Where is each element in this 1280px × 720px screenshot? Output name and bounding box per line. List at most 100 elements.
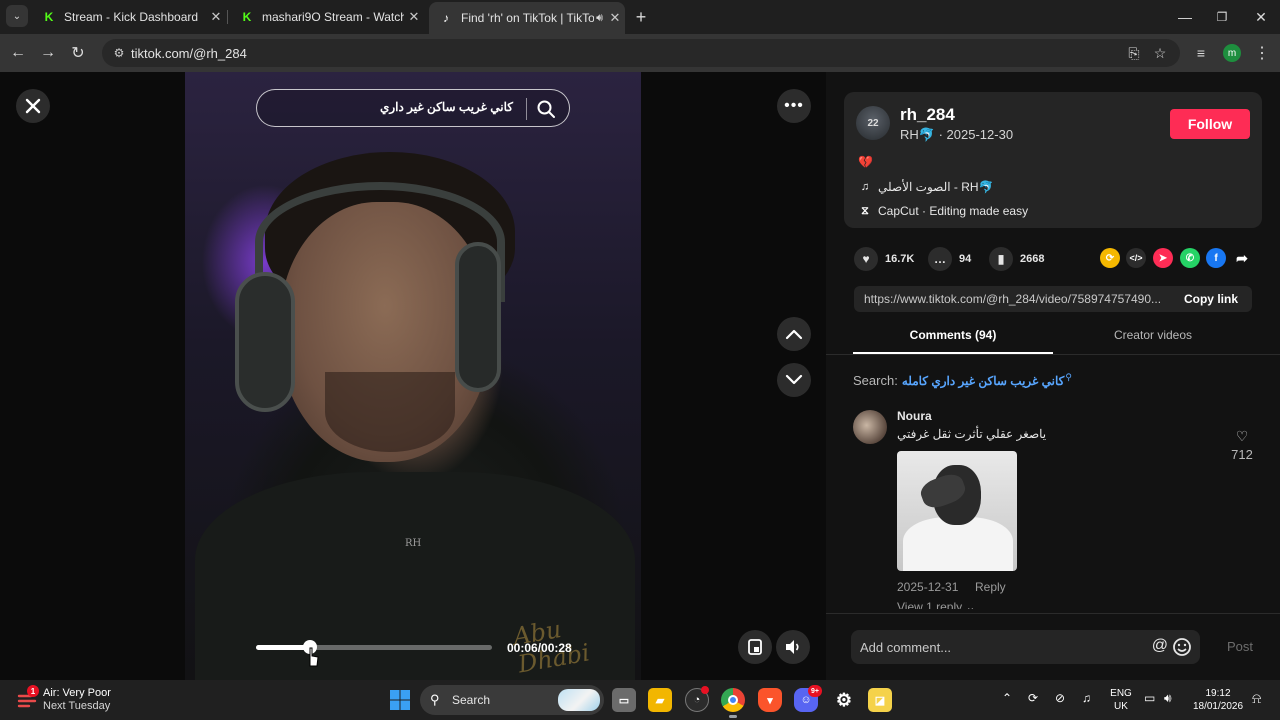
- forward-icon[interactable]: →: [36, 41, 60, 65]
- comment-like-heart-icon[interactable]: ♡: [1230, 428, 1254, 445]
- chevron-up-icon: [785, 329, 803, 340]
- comment-composer: Add comment... @ Post: [826, 613, 1280, 680]
- close-tab-icon[interactable]: ✕: [404, 9, 424, 25]
- install-app-icon[interactable]: ⎘: [1122, 41, 1146, 65]
- close-tab-icon[interactable]: ✕: [206, 9, 226, 25]
- tray-chevron-up-icon[interactable]: ⌃: [1002, 691, 1012, 705]
- emoji-icon[interactable]: [1172, 637, 1192, 657]
- chrome-icon[interactable]: [721, 688, 745, 718]
- new-tab-icon[interactable]: +: [629, 5, 653, 29]
- creator-username[interactable]: rh_284: [900, 105, 955, 125]
- microphone-icon[interactable]: ♫: [1082, 691, 1091, 705]
- close-window-icon[interactable]: ✕: [1249, 5, 1273, 29]
- reload-icon[interactable]: ↻: [66, 41, 90, 65]
- restore-window-icon[interactable]: ❐: [1210, 5, 1234, 29]
- video-progress-bar[interactable]: [256, 640, 492, 654]
- language-indicator[interactable]: ENG UK: [1108, 687, 1134, 713]
- facebook-icon[interactable]: f: [1206, 248, 1226, 268]
- weather-status[interactable]: Air: Very Poor: [43, 687, 111, 699]
- tab-mashari-stream[interactable]: K mashari9O Stream - Watch Live ✕: [230, 4, 424, 30]
- follow-button[interactable]: Follow: [1170, 109, 1250, 139]
- task-view-icon[interactable]: ▭: [612, 688, 636, 712]
- whatsapp-icon[interactable]: ✆: [1180, 248, 1200, 268]
- windows-start-icon[interactable]: [389, 689, 411, 711]
- heart-icon: ♥: [854, 247, 878, 271]
- app-window-icon[interactable]: ◪: [868, 688, 892, 712]
- audio-playing-icon[interactable]: 🔊︎: [596, 12, 603, 25]
- taskbar-search-box[interactable]: ⚲ Search: [420, 685, 604, 715]
- network-icon[interactable]: ▭: [1144, 691, 1155, 705]
- add-comment-input[interactable]: Add comment... @: [851, 630, 1200, 664]
- chevron-down-icon: ⌄: [965, 600, 976, 609]
- tab-title: mashari9O Stream - Watch Live: [262, 10, 404, 24]
- tab-creator-videos[interactable]: Creator videos: [1053, 328, 1253, 354]
- post-date: 2025-12-30: [946, 127, 1014, 142]
- view-replies-button[interactable]: View 1 reply ⌄: [897, 600, 976, 609]
- media-controls-icon[interactable]: ≡: [1189, 41, 1213, 65]
- sync-icon[interactable]: ⟳: [1028, 691, 1038, 705]
- capcut-link[interactable]: ⧖ CapCut · Editing made easy: [858, 204, 1028, 218]
- comment-reply-button[interactable]: Reply: [975, 580, 1006, 594]
- related-search-term[interactable]: كاني غريب ساكن غير داري كامله: [902, 374, 1065, 388]
- address-bar[interactable]: ⚙ tiktok.com/@rh_284 ⎘ ☆: [102, 39, 1180, 67]
- bookmark-star-icon[interactable]: ☆: [1148, 41, 1172, 65]
- save-stat[interactable]: ▮ 2668: [989, 247, 1044, 271]
- profile-avatar[interactable]: m: [1220, 41, 1244, 65]
- like-stat[interactable]: ♥ 16.7K: [854, 247, 914, 271]
- capcut-label: CapCut · Editing made easy: [878, 204, 1029, 218]
- view-replies-label: View 1 reply: [897, 600, 963, 609]
- more-options-button[interactable]: •••: [777, 89, 811, 123]
- commenter-avatar[interactable]: [853, 410, 887, 444]
- file-explorer-icon[interactable]: ▰: [648, 688, 672, 712]
- creator-avatar[interactable]: 22: [856, 106, 890, 140]
- settings-gear-icon[interactable]: ⚙: [832, 688, 856, 712]
- copy-link-button[interactable]: Copy link: [1170, 286, 1252, 312]
- brave-icon[interactable]: ▾: [758, 688, 782, 712]
- comment-stat[interactable]: … 94: [928, 247, 971, 271]
- minimize-window-icon[interactable]: —: [1173, 5, 1197, 29]
- commenter-name[interactable]: Noura: [897, 409, 932, 423]
- previous-video-button[interactable]: [777, 317, 811, 351]
- post-description: 💔: [858, 155, 873, 169]
- taskbar-search-label: Search: [452, 693, 491, 707]
- tab-search-chevron-icon[interactable]: ⌄: [6, 5, 28, 27]
- next-video-button[interactable]: [777, 363, 811, 397]
- video-search-box[interactable]: كاني غريب ساكن غير داري: [256, 89, 570, 127]
- browser-toolbar: ← → ↻ ⚙ tiktok.com/@rh_284 ⎘ ☆ ≡ m ⋮: [0, 34, 1280, 72]
- tab-kick-dashboard[interactable]: K Stream - Kick Dashboard ✕: [32, 4, 226, 30]
- comment-image-body: [903, 517, 1013, 571]
- picture-in-picture-button[interactable]: [738, 630, 772, 664]
- comment-like-count: 712: [1231, 447, 1253, 462]
- search-icon[interactable]: [535, 98, 557, 120]
- video-frame[interactable]: RH Abu Dhabi: [185, 72, 641, 680]
- speaker-icon[interactable]: 🔊︎: [1164, 691, 1172, 706]
- send-to-friends-icon[interactable]: ➤: [1153, 248, 1173, 268]
- music-note-icon: ♫: [860, 181, 870, 193]
- clock-date: 18/01/2026: [1192, 701, 1244, 712]
- tab-divider: [826, 354, 1280, 355]
- browser-menu-icon[interactable]: ⋮: [1250, 41, 1274, 65]
- tab-comments[interactable]: Comments (94): [853, 328, 1053, 354]
- share-arrow-icon[interactable]: ➦: [1232, 248, 1252, 268]
- comment-image[interactable]: [897, 451, 1017, 571]
- mention-at-icon[interactable]: @: [1152, 637, 1168, 655]
- camera-off-icon[interactable]: ⊘: [1055, 691, 1065, 705]
- notification-bell-icon[interactable]: ⍾: [1252, 690, 1261, 707]
- embed-code-icon[interactable]: </>: [1126, 248, 1146, 268]
- dot-separator: ·: [938, 127, 947, 142]
- tab-tiktok-search[interactable]: ♪ Find 'rh' on TikTok | TikTok S 🔊︎ ✕: [429, 2, 625, 34]
- video-link-text[interactable]: https://www.tiktok.com/@rh_284/video/758…: [864, 292, 1168, 306]
- back-icon[interactable]: ←: [6, 41, 30, 65]
- close-video-button[interactable]: [16, 89, 50, 123]
- tiktok-video-page: RH Abu Dhabi كاني غريب ساكن غير داري •••: [0, 72, 1280, 680]
- post-comment-button[interactable]: Post: [1227, 639, 1253, 654]
- close-tab-icon[interactable]: ✕: [605, 10, 625, 26]
- video-progress-fill: [256, 645, 311, 650]
- music-link[interactable]: ♫ الصوت الأصلي - RH🐬: [858, 180, 994, 194]
- taskbar-clock[interactable]: 19:12 18/01/2026: [1188, 687, 1248, 713]
- video-headphone-right: [455, 242, 501, 392]
- site-info-icon[interactable]: ⚙: [110, 44, 128, 62]
- related-search-row[interactable]: Search: كاني غريب ساكن غير داري كامله ⚲: [853, 372, 1072, 388]
- repost-icon[interactable]: ⟳: [1100, 248, 1120, 268]
- volume-button[interactable]: [776, 630, 810, 664]
